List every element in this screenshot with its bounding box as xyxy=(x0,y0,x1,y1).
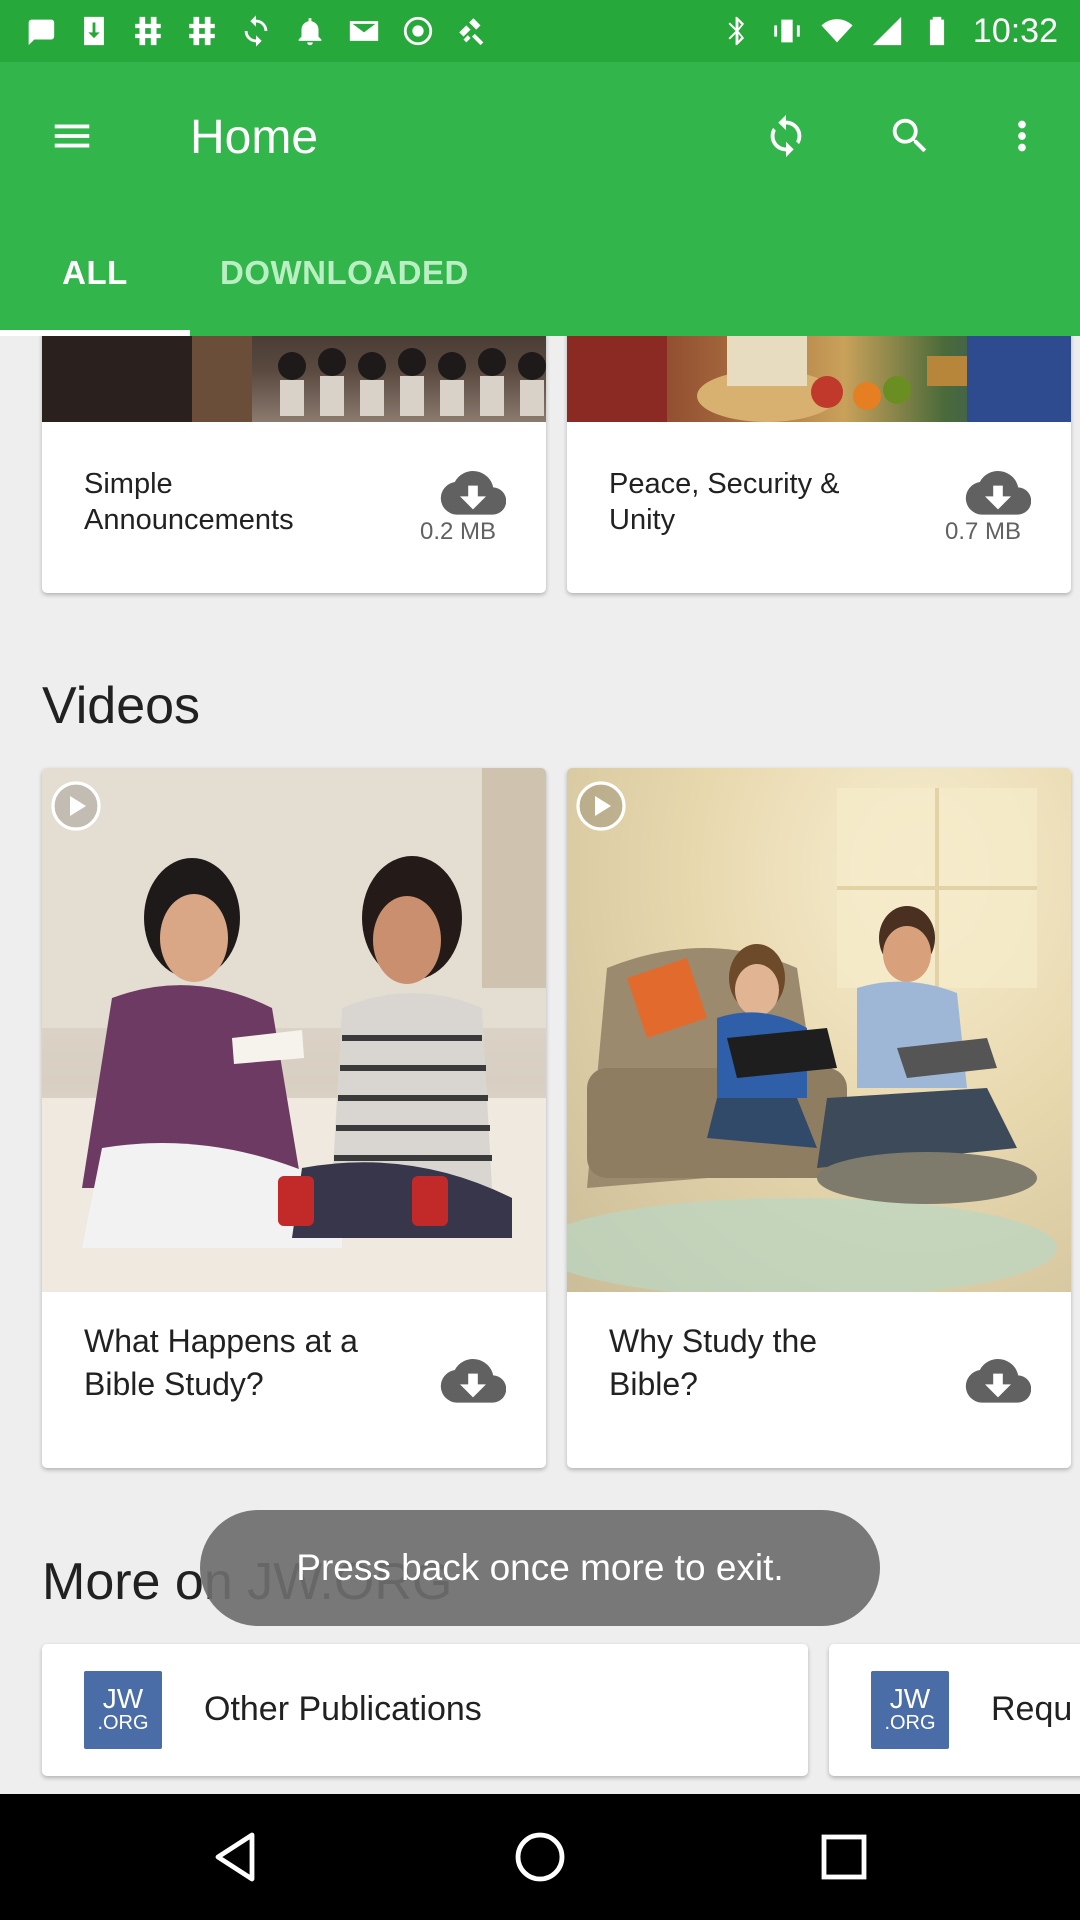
video-card-bible-study[interactable]: What Happens at a Bible Study? xyxy=(42,768,546,1468)
grid-icon xyxy=(184,13,220,49)
more-vert-icon xyxy=(1018,120,1026,152)
video-thumbnail xyxy=(42,768,546,1292)
toast-text: Press back once more to exit. xyxy=(296,1547,784,1588)
satellite-fake-gps-icon xyxy=(454,13,490,49)
jw-org-logo: JW .ORG xyxy=(84,1671,162,1749)
overflow-menu-button[interactable] xyxy=(982,96,1062,176)
cloud-download-icon[interactable] xyxy=(440,1358,507,1404)
status-bar: 10:32 xyxy=(0,0,1080,62)
wifi-icon xyxy=(819,13,855,49)
publication-card-simple-announcements[interactable]: Simple Announcements 0.2 MB xyxy=(42,336,546,593)
video-thumbnail xyxy=(567,768,1071,1298)
play-icon[interactable] xyxy=(50,780,102,832)
battery-icon xyxy=(919,13,955,49)
signal-icon xyxy=(869,13,905,49)
back-button[interactable] xyxy=(198,1819,274,1895)
play-icon[interactable] xyxy=(575,780,627,832)
navigation-bar xyxy=(0,1794,1080,1920)
download-icon xyxy=(76,13,112,49)
tab-downloaded[interactable]: DOWNLOADED xyxy=(220,250,469,336)
cloud-download-icon[interactable] xyxy=(440,470,507,516)
publication-thumbnail xyxy=(567,336,1071,422)
more-card-label: Other Publications xyxy=(204,1690,482,1728)
grid-icon xyxy=(130,13,166,49)
clock: 10:32 xyxy=(972,11,1058,50)
home-button[interactable] xyxy=(502,1819,578,1895)
bluetooth-icon xyxy=(719,13,755,49)
page-title: Home xyxy=(190,111,319,164)
search-icon xyxy=(892,118,927,153)
jw-logo-line2: .ORG xyxy=(884,1712,936,1734)
video-title: What Happens at a Bible Study? xyxy=(84,1323,358,1402)
more-card-other-publications[interactable]: JW .ORG Other Publications xyxy=(42,1644,808,1776)
file-size: 0.7 MB xyxy=(945,518,1022,545)
couple-reading-image xyxy=(567,788,1057,1298)
video-card-why-study-bible[interactable]: Why Study the Bible? xyxy=(567,768,1071,1468)
recents-button[interactable] xyxy=(806,1819,882,1895)
hamburger-menu-icon xyxy=(54,124,90,148)
vibrate-icon xyxy=(769,13,805,49)
exit-toast: Press back once more to exit. xyxy=(200,1510,880,1626)
publication-title: Simple Announcements xyxy=(84,468,294,536)
videos-heading: Videos xyxy=(42,677,201,735)
women-studying-image xyxy=(42,768,546,1292)
more-card-label: Requ xyxy=(991,1690,1073,1728)
jw-org-logo: JW .ORG xyxy=(871,1671,949,1749)
jw-logo-line1: JW xyxy=(102,1683,144,1714)
tab-all[interactable]: ALL xyxy=(0,250,190,336)
publication-card-peace-security-unity[interactable]: Peace, Security & Unity 0.7 MB xyxy=(567,336,1071,593)
tab-bar: ALL DOWNLOADED xyxy=(0,250,1080,336)
menu-button[interactable] xyxy=(32,96,112,176)
publication-thumbnail xyxy=(42,336,546,422)
jw-logo-line1: JW xyxy=(889,1683,931,1714)
file-size: 0.2 MB xyxy=(420,518,497,545)
status-left-icons xyxy=(22,13,490,49)
cloud-download-icon[interactable] xyxy=(965,1358,1032,1404)
cloud-download-icon[interactable] xyxy=(965,470,1032,516)
audience-image xyxy=(42,336,546,422)
messages-icon xyxy=(22,13,58,49)
more-card-request[interactable]: JW .ORG Requ xyxy=(829,1644,1080,1776)
video-title: Why Study the Bible? xyxy=(609,1323,818,1402)
circle-icon xyxy=(400,13,436,49)
status-right-icons: 10:32 xyxy=(719,12,1058,51)
notification-icon xyxy=(292,13,328,49)
search-button[interactable] xyxy=(870,96,950,176)
publication-title: Peace, Security & Unity xyxy=(609,468,840,536)
home-circle-icon xyxy=(515,1832,565,1882)
sync-icon xyxy=(770,114,802,158)
app-bar: Home ALL DOWNLOADED xyxy=(0,62,1080,336)
sync-icon xyxy=(238,13,274,49)
recents-square-icon xyxy=(821,1834,867,1880)
back-triangle-icon xyxy=(215,1832,255,1882)
email-icon xyxy=(346,13,382,49)
market-image xyxy=(567,336,1071,422)
toolbar: Home xyxy=(0,62,1080,212)
jw-logo-line2: .ORG xyxy=(97,1712,149,1734)
sync-button[interactable] xyxy=(746,96,826,176)
